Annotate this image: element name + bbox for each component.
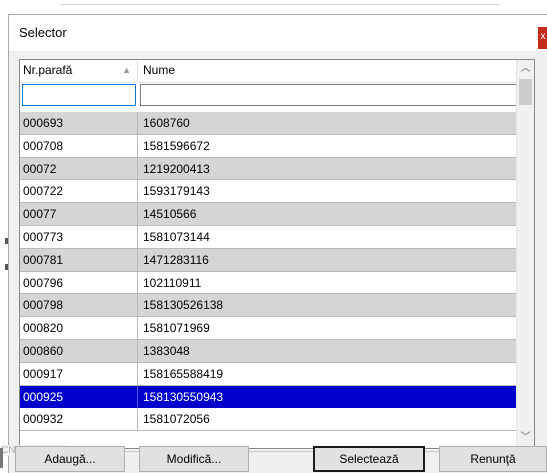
selector-dialog: Selector x Nr.parafă ▲ Nume 000693 160876… <box>1 14 547 473</box>
cell-nume: 158165588419 <box>143 366 224 381</box>
cell-nr-parafa: 000773 <box>20 225 138 248</box>
table-row[interactable]: 000925 158130550943 <box>20 385 532 409</box>
cell-nume: 1593179143 <box>143 184 210 199</box>
column-header-nr-parafa[interactable]: Nr.parafă ▲ <box>20 60 138 82</box>
cell-nume: 158130550943 <box>143 389 224 404</box>
table-row[interactable]: 000860 1383048 <box>20 339 532 363</box>
title-bar: Selector x <box>9 15 547 51</box>
table-row[interactable]: 000820 1581071969 <box>20 317 532 340</box>
table-row[interactable]: 00072 1219200413 <box>20 157 532 181</box>
cell-nr-parafa: 000860 <box>20 339 138 362</box>
cell-nume: 102110911 <box>143 275 202 290</box>
chevron-up-icon[interactable]: ︿ <box>517 60 534 77</box>
cell-nr-parafa: 000708 <box>20 134 138 157</box>
cell-nume: 1219200413 <box>143 161 210 176</box>
filter-input-nume[interactable] <box>140 84 526 106</box>
cell-nume: 1581072056 <box>143 412 210 427</box>
column-header-label: Nume <box>143 63 176 77</box>
cell-nume: 1581596672 <box>143 138 210 153</box>
cell-nr-parafa: 00072 <box>20 157 138 180</box>
cell-nume: 1581071969 <box>143 321 210 336</box>
table-row[interactable]: 000917 158165588419 <box>20 362 532 386</box>
cell-nr-parafa: 000693 <box>20 112 138 134</box>
background-edge-marker <box>0 448 3 468</box>
table-row[interactable]: 000722 1593179143 <box>20 180 532 204</box>
table-row[interactable]: 000693 1608760 <box>20 112 532 135</box>
modify-button[interactable]: Modifică... <box>139 446 249 472</box>
chevron-down-icon[interactable]: ﹀ <box>517 429 534 446</box>
cell-nr-parafa: 000925 <box>20 385 138 408</box>
vertical-scrollbar[interactable]: ︿ ﹀ <box>516 60 534 446</box>
select-button[interactable]: Selectează <box>313 446 425 472</box>
cell-nr-parafa: 000917 <box>20 362 138 385</box>
cell-nume: 1383048 <box>143 343 190 358</box>
background-divider <box>60 4 500 5</box>
table-row[interactable]: 000798 158130526138 <box>20 294 532 318</box>
dialog-title: Selector <box>19 25 67 40</box>
cell-nr-parafa: 000722 <box>20 180 138 203</box>
cell-nume: 14510566 <box>143 207 197 222</box>
cell-nr-parafa: 000798 <box>20 294 138 317</box>
cell-nr-parafa: 000932 <box>20 408 138 431</box>
grid-header: Nr.parafă ▲ Nume <box>20 60 532 83</box>
close-button[interactable]: x <box>538 27 547 49</box>
add-button[interactable]: Adaugă... <box>15 446 125 472</box>
selector-grid: Nr.parafă ▲ Nume 000693 1608760 000708 1581… <box>19 59 535 449</box>
column-header-nume[interactable]: Nume <box>138 60 532 82</box>
table-row[interactable]: 000796 102110911 <box>20 271 532 295</box>
cell-nr-parafa: 000781 <box>20 248 138 271</box>
cell-nume: 1608760 <box>143 116 190 130</box>
filter-input-nr-parafa[interactable] <box>22 84 136 106</box>
column-header-label: Nr.parafă <box>23 63 73 77</box>
cancel-button[interactable]: Renunţă <box>439 446 547 472</box>
table-row[interactable]: 000932 1581072056 <box>20 408 532 432</box>
cell-nume: 158130526138 <box>143 298 224 313</box>
table-row[interactable]: 000781 1471283116 <box>20 248 532 272</box>
table-row[interactable]: 00077 14510566 <box>20 203 532 226</box>
table-row[interactable]: 000708 1581596672 <box>20 134 532 158</box>
cell-nr-parafa: 000796 <box>20 271 138 294</box>
table-row[interactable]: 000773 1581073144 <box>20 225 532 249</box>
filter-row <box>20 82 532 112</box>
cell-nr-parafa: 000820 <box>20 317 138 339</box>
sort-ascending-icon: ▲ <box>122 65 131 75</box>
cell-nume: 1581073144 <box>143 229 210 244</box>
scroll-thumb[interactable] <box>519 79 532 105</box>
grid-rows: 000693 1608760 000708 1581596672 00072 121920… <box>20 112 532 432</box>
cell-nume: 1471283116 <box>143 252 209 267</box>
cell-nr-parafa: 00077 <box>20 203 138 225</box>
